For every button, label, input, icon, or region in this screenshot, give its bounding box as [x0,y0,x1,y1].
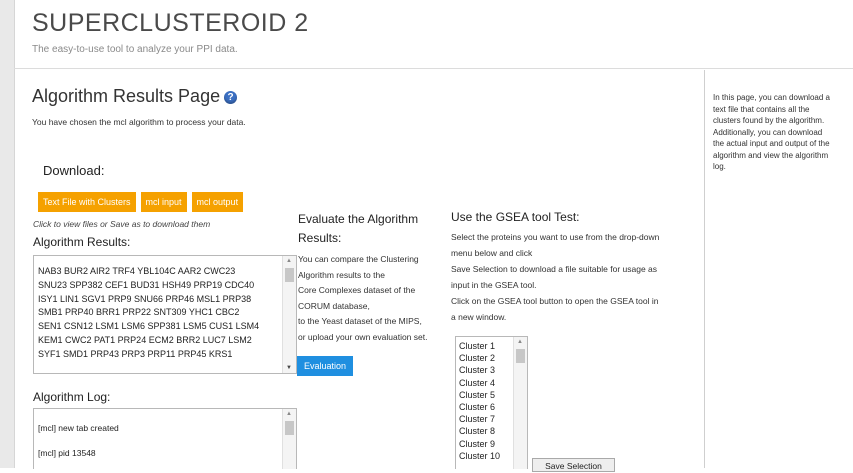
gsea-heading: Use the GSEA tool Test: [451,210,580,224]
gsea-description: Select the proteins you want to use from… [451,229,701,325]
cluster-option[interactable]: Cluster 2 [459,352,500,364]
evaluate-text-line: or upload your own evaluation set. [298,331,428,342]
evaluate-text-line: Core Complexes dataset of the [298,285,416,296]
left-gutter [0,0,15,468]
algorithm-log-heading: Algorithm Log: [33,390,111,404]
result-line: SMB1 PRP40 BRR1 PRP22 SNT309 YHC1 CBC2 [38,307,240,318]
info-line: text file that contains all the [713,104,810,114]
evaluate-text-line: CORUM database, [298,300,370,311]
result-line: SYF1 SMD1 PRP43 PRP3 PRP11 PRP45 KRS1 [38,348,233,359]
cluster-option[interactable]: Cluster 7 [459,413,500,425]
evaluate-text-line: Algorithm results to the [298,269,385,280]
download-buttons: Text File with Clusters mcl input mcl ou… [38,192,244,212]
cluster-option[interactable]: Cluster 6 [459,401,500,413]
mcl-output-button[interactable]: mcl output [191,192,244,212]
info-line: In this page, you can download a [713,93,830,102]
result-line: NAB3 BUR2 AIR2 TRF4 YBL104C AAR2 CWC23 [38,266,236,276]
algorithm-results-content: NAB3 BUR2 AIR2 TRF4 YBL104C AAR2 CWC23 S… [38,265,282,362]
log-scrollbar[interactable]: ▲ [282,409,296,469]
cluster-option[interactable]: Cluster 9 [459,438,500,450]
cluster-scrollbar[interactable]: ▲ [513,337,527,469]
page-title-text: Algorithm Results Page [32,86,221,106]
algorithm-log-textarea[interactable]: [mcl] new tab created [mcl] pid 13548 ▲ [33,408,297,469]
save-selection-button[interactable]: Save Selection [532,458,615,472]
help-icon[interactable]: ? [224,91,238,104]
info-line: the actual input and output of the [713,139,830,148]
text-file-clusters-button[interactable]: Text File with Clusters [38,192,136,212]
header-divider [14,68,853,69]
cluster-options: Cluster 1 Cluster 2 Cluster 3 Cluster 4 … [459,340,500,462]
gsea-text-line: menu below and click [451,248,533,258]
scroll-up-icon[interactable]: ▲ [517,339,523,345]
evaluate-text-line: to the Yeast dataset of the MIPS, [298,316,422,327]
results-scroll-thumb[interactable] [285,268,294,282]
cluster-option[interactable]: Cluster 5 [459,389,500,401]
evaluate-description: You can compare the Clustering Algorithm… [298,252,450,346]
scroll-up-icon[interactable]: ▲ [286,411,292,417]
evaluate-text-line: You can compare the Clustering [298,254,419,264]
scroll-down-icon[interactable]: ▼ [286,365,292,371]
algorithm-results-heading: Algorithm Results: [33,235,131,249]
download-hint: Click to view files or Save as to downlo… [33,219,211,229]
app-subtitle: The easy-to-use tool to analyze your PPI… [32,44,238,55]
algorithm-results-textarea[interactable]: NAB3 BUR2 AIR2 TRF4 YBL104C AAR2 CWC23 S… [33,255,297,374]
right-info-panel: In this page, you can download a text fi… [704,70,853,468]
gsea-text-line: a new window. [451,312,507,322]
intro-text: You have chosen the mcl algorithm to pro… [32,117,246,127]
cluster-option[interactable]: Cluster 1 [459,340,500,352]
download-heading: Download: [43,163,105,178]
info-line: algorithm and view the algorithm [713,150,829,160]
evaluate-heading-line: Evaluate the Algorithm [298,212,419,226]
gsea-text-line: Click on the GSEA tool button to open th… [451,296,659,306]
app-title: SUPERCLUSTEROID 2 [32,9,309,37]
info-text: In this page, you can download a text fi… [713,92,853,173]
results-scrollbar[interactable]: ▲ ▼ [282,256,296,373]
scroll-up-icon[interactable]: ▲ [286,258,292,264]
cluster-option[interactable]: Cluster 4 [459,377,500,389]
log-line: [mcl] new tab created [38,423,119,433]
cluster-option[interactable]: Cluster 10 [459,450,500,462]
log-line: [mcl] pid 13548 [38,448,96,458]
info-line: log. [713,162,726,171]
cluster-option[interactable]: Cluster 8 [459,425,500,437]
result-line: ISY1 LIN1 SGV1 PRP9 SNU66 PRP46 MSL1 PRP… [38,293,252,304]
evaluation-button[interactable]: Evaluation [297,356,353,376]
log-scroll-thumb[interactable] [285,421,294,435]
result-line: KEM1 CWC2 PAT1 PRP24 ECM2 BRR2 LUC7 LSM2 [38,334,252,345]
evaluate-heading-line: Results: [298,231,342,245]
info-line: Additionally, you can download [713,127,823,137]
cluster-scroll-thumb[interactable] [516,349,525,363]
gsea-text-line: Save Selection to download a file suitab… [451,264,658,274]
result-line: SNU23 SPP382 CEF1 BUD31 HSH49 PRP19 CDC4… [38,279,255,290]
cluster-multiselect[interactable]: Cluster 1 Cluster 2 Cluster 3 Cluster 4 … [455,336,528,469]
result-line: SEN1 CSN12 LSM1 LSM6 SPP381 LSM5 CUS1 LS… [38,321,260,332]
gsea-text-line: Select the proteins you want to use from… [451,232,660,242]
page-title: Algorithm Results Page? [32,86,238,107]
gsea-text-line: input in the GSEA tool. [451,280,537,290]
evaluate-heading: Evaluate the Algorithm Results: [298,210,448,248]
cluster-option[interactable]: Cluster 3 [459,364,500,376]
info-line: clusters found by the algorithm. [713,116,825,125]
mcl-input-button[interactable]: mcl input [140,192,187,212]
